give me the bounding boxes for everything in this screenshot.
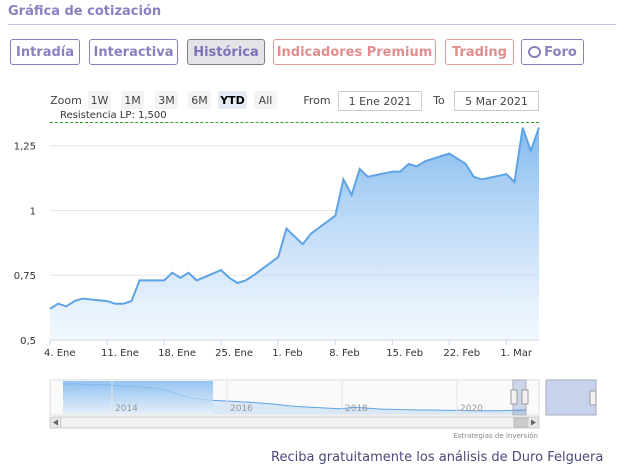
navigator-year-label: 2016 xyxy=(230,404,253,414)
y-tick-label: 1,25 xyxy=(14,142,36,153)
x-tick-label: 15. Feb xyxy=(386,348,423,359)
x-tick-label: 25. Ene xyxy=(215,348,253,359)
scrollbar-thumb[interactable] xyxy=(513,417,529,428)
y-tick-label: 0,5 xyxy=(20,336,36,347)
price-chart: 0,5 0,75 1 1,25 4. Ene 11. Ene 18. Ene 25. Ene 1… xyxy=(14,127,597,440)
x-tick-label: 22. Feb xyxy=(443,348,480,359)
chart-credit: Estrategias de Inversión xyxy=(453,432,538,440)
x-tick-label: 11. Ene xyxy=(101,348,139,359)
y-tick-label: 0,75 xyxy=(14,271,36,282)
y-tick-label: 1 xyxy=(30,206,36,217)
navigator-year-label: 2020 xyxy=(460,404,483,414)
price-area xyxy=(50,127,539,340)
x-tick-label: 1. Feb xyxy=(272,348,302,359)
navigator-year-label: 2014 xyxy=(115,404,138,414)
navigator-year-label: 2018 xyxy=(345,404,368,414)
navigator-handle-extra xyxy=(589,390,597,406)
navigator-early-fill xyxy=(63,381,213,414)
navigator-handle-right xyxy=(521,389,529,405)
navigator-handle-left xyxy=(510,389,518,405)
x-tick-label: 1. Mar xyxy=(500,348,532,359)
x-tick-label: 4. Ene xyxy=(44,348,76,359)
newsletter-link[interactable]: Reciba gratuitamente los análisis de Dur… xyxy=(271,450,603,465)
navigator-extended-selection xyxy=(545,379,597,416)
scrollbar-track xyxy=(49,416,540,429)
x-tick-label: 18. Ene xyxy=(158,348,196,359)
x-tick-label: 8. Feb xyxy=(329,348,359,359)
